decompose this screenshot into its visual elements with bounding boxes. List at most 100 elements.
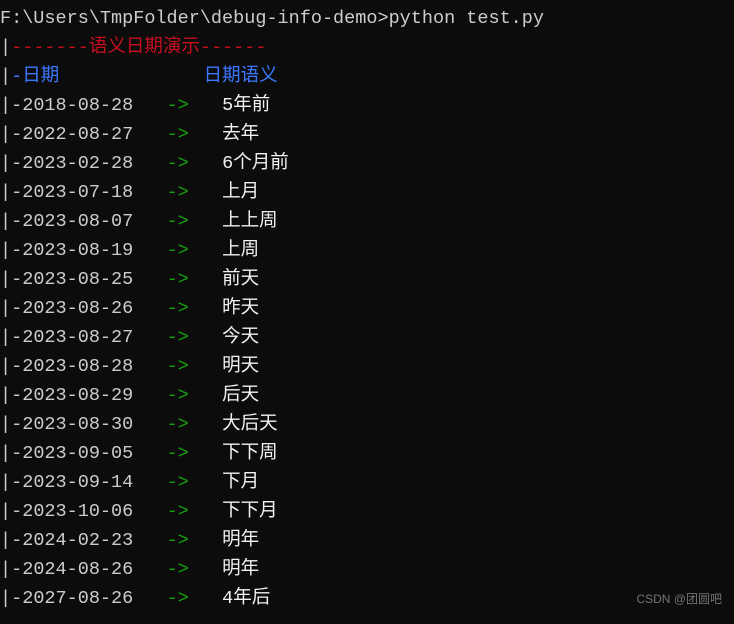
table-row: |-2024-08-26 -> 明年 [0,555,734,584]
semantic-cell: 昨天 [222,294,259,323]
arrow-icon: -> [167,468,189,497]
pipe-icon: | [0,410,11,439]
header-col1: 日期 [22,62,59,91]
table-row: |-2024-02-23 -> 明年 [0,526,734,555]
semantic-cell: 明天 [222,352,259,381]
table-row: |-2023-08-30 -> 大后天 [0,410,734,439]
arrow-icon: -> [167,294,189,323]
dash-icon: - [11,62,22,91]
title-suffix: ------ [200,33,267,62]
pipe-icon: | [0,323,11,352]
spacer [189,265,222,294]
pipe-icon: | [0,294,11,323]
date-cell: 2023-09-14 [22,468,133,497]
pipe-icon: | [0,497,11,526]
table-row: |-2023-08-19 -> 上周 [0,236,734,265]
pipe-icon: | [0,149,11,178]
table-row: |-2023-09-05 -> 下下周 [0,439,734,468]
pipe-icon: | [0,468,11,497]
dash-icon: - [11,439,22,468]
pipe-icon: | [0,120,11,149]
semantic-cell: 下月 [222,468,259,497]
spacer [133,410,166,439]
spacer [189,294,222,323]
spacer [189,323,222,352]
title-prefix: ------- [11,33,89,62]
semantic-cell: 上上周 [222,207,278,236]
spacer [133,439,166,468]
spacer [189,120,222,149]
table-row: |-2023-09-14 -> 下月 [0,468,734,497]
pipe-icon: | [0,381,11,410]
spacer [189,526,222,555]
spacer [133,120,166,149]
arrow-icon: -> [167,584,189,613]
dash-icon: - [11,497,22,526]
spacer [189,381,222,410]
spacer [189,149,222,178]
arrow-icon: -> [167,120,189,149]
pipe-icon: | [0,526,11,555]
spacer [189,178,222,207]
spacer [133,323,166,352]
semantic-cell: 今天 [222,323,259,352]
semantic-cell: 大后天 [222,410,278,439]
spacer [133,178,166,207]
spacer [133,352,166,381]
dash-icon: - [11,236,22,265]
table-row: |-2023-02-28 -> 6个月前 [0,149,734,178]
date-cell: 2027-08-26 [22,584,133,613]
arrow-icon: -> [167,265,189,294]
table-row: |-2023-08-26 -> 昨天 [0,294,734,323]
dash-icon: - [11,207,22,236]
spacer [189,207,222,236]
dash-icon: - [11,323,22,352]
dash-icon: - [11,120,22,149]
dash-icon: - [11,468,22,497]
pipe-icon: | [0,178,11,207]
arrow-icon: -> [167,526,189,555]
semantic-cell: 去年 [222,120,259,149]
date-cell: 2018-08-28 [22,91,133,120]
arrow-icon: -> [167,497,189,526]
table-row: |-2023-10-06 -> 下下月 [0,497,734,526]
spacer [133,149,166,178]
dash-icon: - [11,410,22,439]
dash-icon: - [11,352,22,381]
pipe-icon: | [0,265,11,294]
semantic-cell: 明年 [222,526,259,555]
spacer [133,91,166,120]
semantic-cell: 下下月 [222,497,278,526]
arrow-icon: -> [167,178,189,207]
title-row: |-------语义日期演示------ [0,33,734,62]
date-cell: 2023-09-05 [22,439,133,468]
dash-icon: - [11,555,22,584]
arrow-icon: -> [167,410,189,439]
dash-icon: - [11,526,22,555]
date-cell: 2022-08-27 [22,120,133,149]
arrow-icon: -> [167,91,189,120]
arrow-icon: -> [167,207,189,236]
date-cell: 2024-08-26 [22,555,133,584]
spacer [189,410,222,439]
pipe-icon: | [0,62,11,91]
spacer [189,352,222,381]
watermark-text: CSDN @团圆吧 [636,585,722,614]
table-row: |-2022-08-27 -> 去年 [0,120,734,149]
semantic-cell: 4年后 [222,584,270,613]
header-row: |-日期 日期语义 [0,62,734,91]
date-cell: 2023-08-30 [22,410,133,439]
pipe-icon: | [0,555,11,584]
dash-icon: - [11,265,22,294]
spacer [133,555,166,584]
spacer [59,62,203,91]
date-cell: 2023-08-19 [22,236,133,265]
arrow-icon: -> [167,381,189,410]
dash-icon: - [11,178,22,207]
spacer [189,91,222,120]
spacer [189,468,222,497]
pipe-icon: | [0,584,11,613]
pipe-icon: | [0,352,11,381]
spacer [133,236,166,265]
dash-icon: - [11,294,22,323]
